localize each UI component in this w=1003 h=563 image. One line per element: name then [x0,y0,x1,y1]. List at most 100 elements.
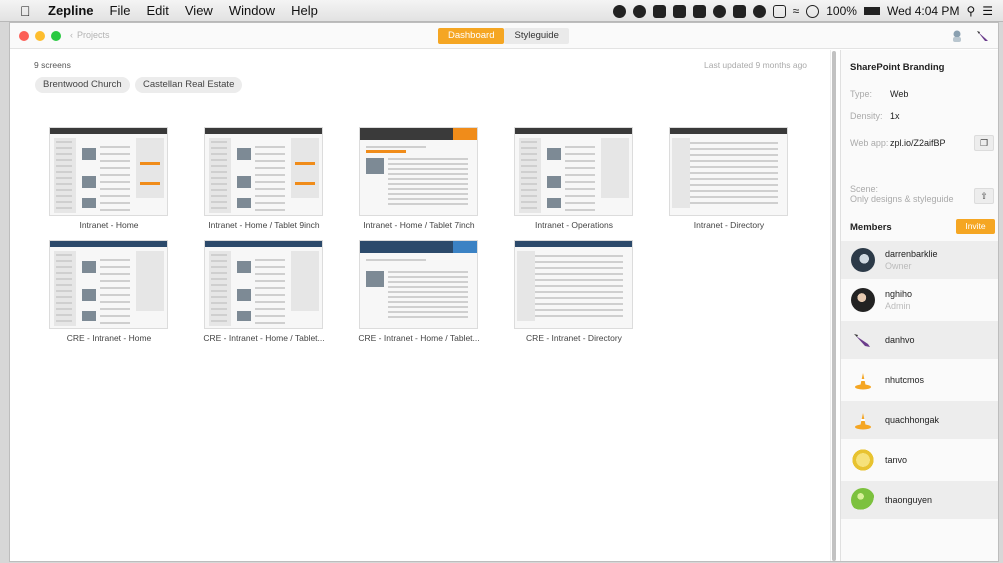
status-app-icon[interactable] [612,4,626,18]
battery-icon[interactable] [863,7,880,15]
notification-center-icon[interactable]: ☰ [982,4,993,18]
spotlight-icon[interactable]: ⚲ [966,4,975,18]
thumbnail-header [515,128,632,134]
status-app-icon[interactable] [712,4,726,18]
menubar-clock[interactable]: Wed 4:04 PM [887,4,959,18]
thumbnail-detail [672,138,690,208]
screen-thumbnail[interactable] [359,127,478,216]
wifi-icon[interactable]: ≈ [793,4,800,18]
tag-brentwood-church[interactable]: Brentwood Church [35,77,130,93]
back-to-projects[interactable]: ‹ Projects [70,30,110,40]
screen-caption: CRE - Intranet - Home [66,333,152,343]
thumbnail-detail [211,278,227,280]
member-row[interactable]: nghiho Admin [841,281,998,319]
thumbnail-detail [82,176,96,188]
tab-dashboard[interactable]: Dashboard [438,28,505,44]
menu-app-name[interactable]: Zepline [48,3,94,18]
thumbnail-detail [56,207,72,209]
dashboard-area: 9 screens Last updated 9 months ago Bren… [10,50,830,561]
profile-brush-icon[interactable] [976,29,990,43]
status-app-icon[interactable] [752,4,766,18]
thumbnail-header [205,241,322,247]
status-app-icon[interactable] [632,4,646,18]
thumbnail-detail [56,159,72,161]
thumbnail-detail [388,163,468,165]
scrollbar[interactable] [830,50,836,561]
close-window-button[interactable] [19,31,29,41]
status-app-icon[interactable] [806,4,820,18]
zoom-window-button[interactable] [51,31,61,41]
thumbnail-detail [255,195,285,197]
thumbnail-detail [100,315,130,317]
member-row[interactable]: quachhongak [841,401,998,439]
member-row[interactable]: nhutcmos [841,361,998,399]
screen-thumbnail[interactable] [204,127,323,216]
copy-link-button[interactable]: ❐ [974,135,994,151]
tab-styleguide[interactable]: Styleguide [504,28,569,44]
thumbnail-detail [100,174,130,176]
thumbnail-detail [82,198,96,208]
thumbnail-detail [56,177,72,179]
screen-thumbnail[interactable] [204,240,323,329]
thumbnail-detail [255,160,285,162]
thumbnail-detail [388,178,468,180]
thumbnail-detail [100,181,130,183]
app-window: ‹ Projects Dashboard Styleguide 9 screen… [9,22,999,562]
member-row[interactable]: thaonguyen [841,481,998,519]
screen-thumbnail[interactable] [49,240,168,329]
thumbnail-detail [388,188,468,190]
thumbnail-detail [211,195,227,197]
member-row[interactable]: tanvo [841,441,998,479]
notifications-icon[interactable] [950,29,964,43]
webapp-link[interactable]: zpl.io/Z2aifBP [890,138,946,148]
thumbnail-detail [100,294,130,296]
status-app-icon[interactable] [732,4,746,18]
screen-thumbnail[interactable] [359,240,478,329]
thumbnail-detail [388,286,468,288]
thumbnail-detail [211,159,227,161]
share-button[interactable]: ⇧ [974,188,994,204]
time-machine-icon[interactable] [772,4,786,18]
status-app-icon[interactable] [692,4,706,18]
screen-thumbnail[interactable] [49,127,168,216]
invite-button[interactable]: Invite [956,219,995,234]
screen-caption: CRE - Intranet - Home / Tablet... [358,333,480,343]
thumbnail-detail [211,183,227,185]
screen-thumbnail[interactable] [514,240,633,329]
thumbnail-detail [56,260,72,262]
scrollbar-knob[interactable] [832,51,836,561]
thumbnail-detail [237,289,251,301]
screen-thumbnail[interactable] [514,127,633,216]
screen-caption: Intranet - Directory [693,220,765,230]
screen-caption: Intranet - Operations [535,220,613,230]
status-app-icon[interactable] [652,4,666,18]
thumbnail-detail [523,267,623,269]
thumbnail-detail [211,272,227,274]
thumbnail-detail [521,183,537,185]
thumbnail-detail [521,159,537,161]
type-label: Type: [850,89,873,99]
screen-thumbnail[interactable] [669,127,788,216]
minimize-window-button[interactable] [35,31,45,41]
menu-file[interactable]: File [110,3,131,18]
thumbnail-detail [388,168,468,170]
share-icon: ⇧ [980,191,988,201]
thumbnail-detail [56,290,72,292]
member-row[interactable]: danhvo [841,321,998,359]
menu-view[interactable]: View [185,3,213,18]
thumbnail-detail [100,188,130,190]
thumbnail-detail [388,301,468,303]
thumbnail-detail [255,322,285,324]
menu-help[interactable]: Help [291,3,318,18]
thumbnail-detail [237,261,251,273]
thumbnail-detail [255,266,285,268]
status-app-icon[interactable] [672,4,686,18]
thumbnail-detail [523,303,623,305]
thumbnail-detail [211,314,227,316]
member-row[interactable]: darrenbarklie Owner [841,241,998,279]
tag-castellan-real-estate[interactable]: Castellan Real Estate [135,77,243,93]
apple-icon[interactable]:  [20,3,34,19]
menu-edit[interactable]: Edit [146,3,168,18]
thumbnail-detail [100,308,130,310]
menu-window[interactable]: Window [229,3,275,18]
